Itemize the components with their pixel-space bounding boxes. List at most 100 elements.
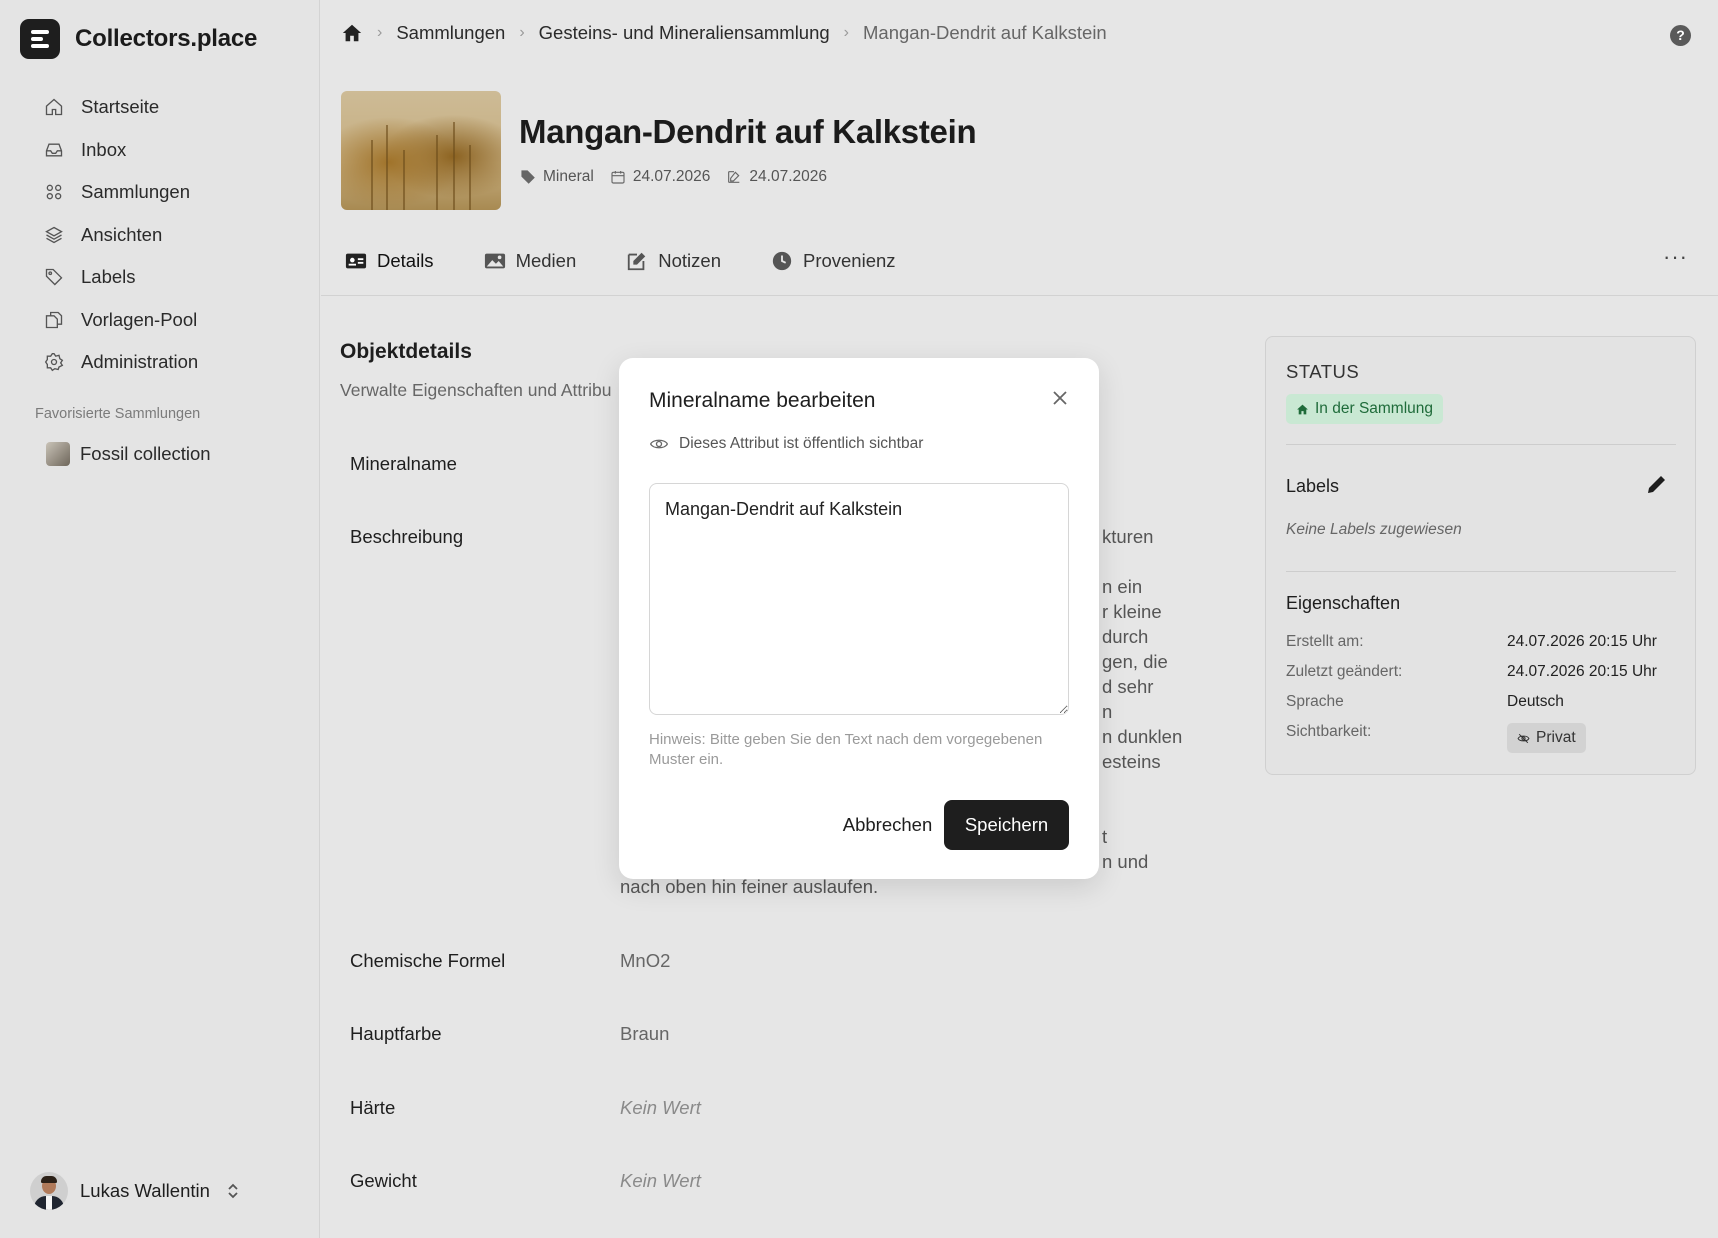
gear-icon (44, 353, 64, 372)
inbox-icon (45, 143, 63, 157)
sidebar-item-label: Labels (81, 266, 136, 288)
help-icon[interactable]: ? (1670, 25, 1691, 46)
eye-off-icon (1517, 733, 1530, 743)
breadcrumb-sammlungen[interactable]: Sammlungen (396, 22, 505, 44)
tab-notizen[interactable]: Notizen (626, 250, 721, 272)
more-options-icon[interactable]: ··· (1663, 244, 1688, 270)
description-fragment: n und (1102, 851, 1149, 872)
home-icon (45, 98, 63, 116)
object-created-date: 24.07.2026 (632, 168, 711, 185)
tab-label: Notizen (658, 250, 721, 271)
section-title: Objektdetails (340, 340, 472, 363)
breadcrumb: › Sammlungen › Gesteins- und Mineraliens… (341, 22, 1107, 44)
tab-provenienz[interactable]: Provenienz (771, 250, 896, 272)
object-modified: 24.07.2026 (726, 168, 827, 186)
sidebar-item-ansichten[interactable]: Ansichten (44, 214, 198, 257)
chevron-up-down-icon (228, 1183, 238, 1199)
description-fragment: t (1102, 826, 1108, 847)
breadcrumb-collection[interactable]: Gesteins- und Mineraliensammlung (539, 22, 830, 44)
edit-dialog: Mineralname bearbeiten Dieses Attribut i… (619, 358, 1099, 879)
sidebar-item-vorlagen-pool[interactable]: Vorlagen-Pool (44, 299, 198, 342)
description-fragment: nach oben hin feiner auslaufen. (620, 876, 879, 897)
properties-title: Eigenschaften (1286, 593, 1401, 613)
favorite-item-fossil-collection[interactable]: Fossil collection (46, 442, 211, 466)
visibility-note-label: Dieses Attribut ist öffentlich sichtbar (679, 435, 924, 452)
dialog-title: Mineralname bearbeiten (649, 389, 876, 412)
status-panel: STATUS In der Sammlung Labels Keine Labe… (1265, 336, 1696, 775)
sidebar: Collectors.place Startseite Inbox Sammlu… (0, 0, 320, 1238)
brand[interactable]: Collectors.place (20, 19, 257, 59)
edit-icon (628, 252, 646, 271)
layers-icon (45, 226, 63, 244)
field-value-hauptfarbe[interactable]: Braun (620, 1023, 669, 1045)
prop-key: Erstellt am: (1286, 633, 1364, 650)
section-subtitle: Verwalte Eigenschaften und Attribu (340, 380, 612, 400)
sidebar-nav: Startseite Inbox Sammlungen Ansichten La… (44, 86, 198, 384)
object-image[interactable] (341, 91, 501, 210)
breadcrumb-current: Mangan-Dendrit auf Kalkstein (863, 22, 1107, 43)
calendar-icon (611, 171, 625, 184)
prop-value: 24.07.2026 20:15 Uhr (1507, 663, 1657, 680)
eye-icon (649, 439, 669, 449)
edit-icon (728, 171, 740, 183)
sidebar-item-sammlungen[interactable]: Sammlungen (44, 171, 198, 214)
user-menu[interactable]: Lukas Wallentin (30, 1172, 240, 1210)
save-button[interactable]: Speichern (944, 800, 1069, 850)
description-fragment: n (1102, 701, 1113, 722)
sidebar-item-label: Administration (81, 351, 199, 373)
home-icon[interactable] (341, 22, 363, 44)
object-meta: Mineral 24.07.2026 24.07.2026 (520, 168, 843, 186)
object-created: 24.07.2026 (610, 168, 711, 186)
breadcrumb-separator: › (377, 24, 383, 41)
field-value-formel[interactable]: MnO2 (620, 950, 670, 972)
field-label-haerte: Härte (350, 1097, 396, 1118)
mineralname-textarea[interactable]: Mangan-Dendrit auf Kalkstein (649, 483, 1069, 715)
cancel-button[interactable]: Abbrechen (815, 800, 960, 850)
description-fragment: n dunklen (1102, 726, 1183, 747)
id-card-icon (345, 253, 367, 269)
status-title: STATUS (1286, 361, 1360, 382)
clock-icon (772, 251, 792, 271)
home-icon (1297, 404, 1308, 414)
sidebar-item-label: Startseite (81, 96, 160, 118)
visibility-badge: Privat (1507, 723, 1586, 753)
status-badge: In der Sammlung (1286, 394, 1444, 424)
description-fragment: d sehr (1102, 676, 1154, 697)
description-fragment: r kleine (1102, 601, 1162, 622)
app-logo (20, 19, 60, 59)
breadcrumb-separator: › (519, 24, 525, 41)
input-hint: Hinweis: Bitte geben Sie den Text nach d… (649, 731, 1043, 768)
sidebar-item-administration[interactable]: Administration (44, 341, 198, 384)
tab-details[interactable]: Details (345, 250, 434, 272)
tab-label: Provenienz (802, 250, 896, 271)
description-fragment: esteins (1102, 751, 1161, 772)
description-fragment: durch (1102, 626, 1149, 647)
pencil-icon[interactable] (1645, 472, 1669, 496)
object-type-label: Mineral (543, 168, 594, 185)
sidebar-item-startseite[interactable]: Startseite (44, 86, 198, 129)
collection-thumbnail (46, 442, 70, 466)
field-label-gewicht: Gewicht (350, 1170, 417, 1191)
sidebar-item-inbox[interactable]: Inbox (44, 129, 198, 172)
field-value-gewicht[interactable]: Kein Wert (620, 1170, 701, 1192)
tab-label: Details (377, 250, 434, 271)
tab-medien[interactable]: Medien (484, 250, 577, 272)
close-icon[interactable] (1051, 389, 1069, 407)
sidebar-item-labels[interactable]: Labels (44, 256, 198, 299)
labels-title: Labels (1286, 476, 1340, 496)
visibility-badge-label: Privat (1536, 729, 1576, 746)
prop-key: Sichtbarkeit: (1286, 723, 1372, 740)
breadcrumb-separator: › (843, 24, 849, 41)
field-label-hauptfarbe: Hauptfarbe (350, 1023, 442, 1044)
field-value-haerte[interactable]: Kein Wert (620, 1097, 701, 1119)
tab-label: Medien (515, 250, 577, 271)
labels-empty-note: Keine Labels zugewiesen (1286, 521, 1462, 538)
tabs: Details Medien Notizen Provenienz (345, 250, 946, 272)
sidebar-item-label: Inbox (81, 138, 127, 160)
description-fragment: n ein (1102, 576, 1143, 597)
prop-value: 24.07.2026 20:15 Uhr (1507, 633, 1657, 650)
image-icon (484, 253, 505, 269)
sidebar-item-label: Ansichten (81, 223, 163, 245)
divider (1286, 571, 1676, 572)
status-badge-label: In der Sammlung (1315, 400, 1434, 417)
